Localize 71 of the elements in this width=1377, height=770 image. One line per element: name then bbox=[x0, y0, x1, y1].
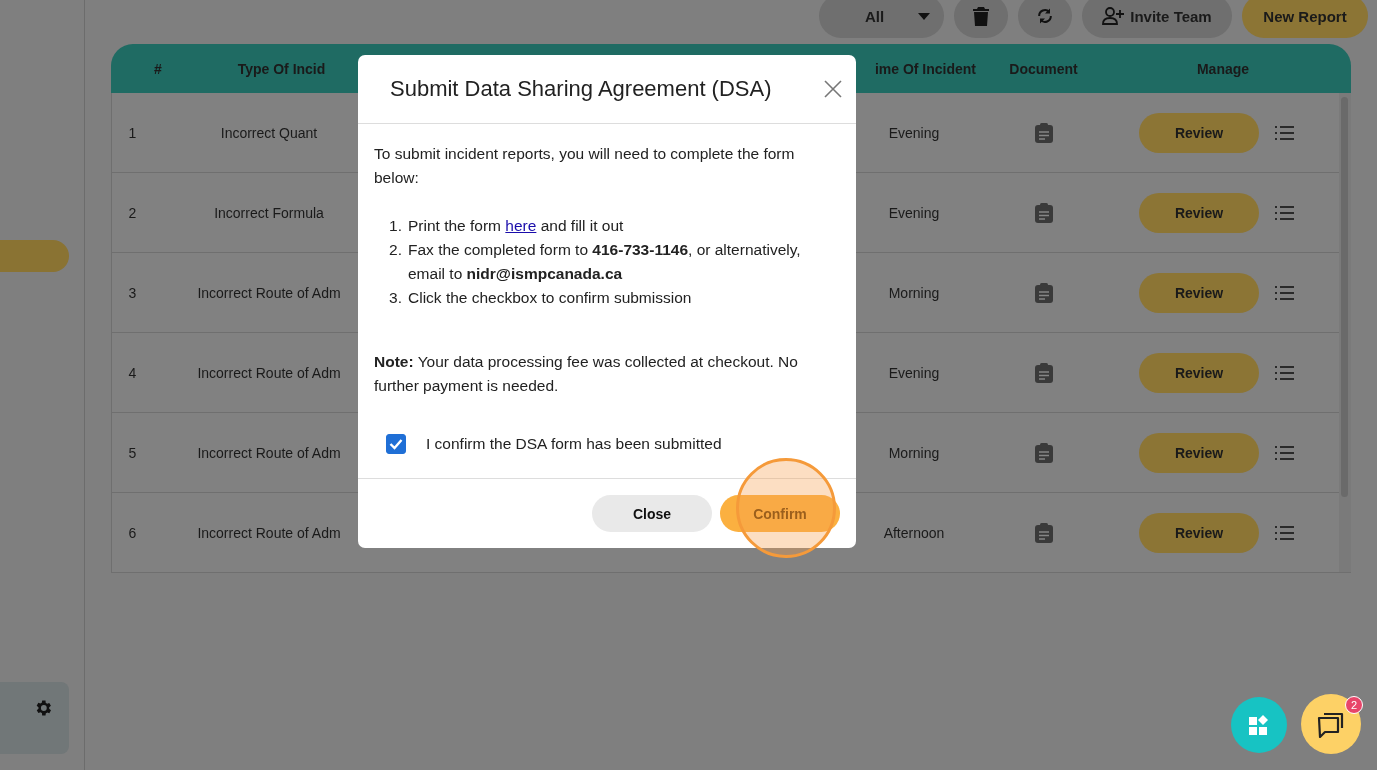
list-icon[interactable] bbox=[1275, 525, 1294, 540]
clipboard-icon[interactable] bbox=[1035, 362, 1053, 383]
table-cell-text: Incorrect Quant bbox=[219, 124, 319, 141]
review-button[interactable]: Review bbox=[1139, 112, 1259, 153]
column-header: Type Of Incid bbox=[236, 60, 327, 77]
list-icon[interactable] bbox=[1275, 125, 1294, 140]
table-cell-text: Evening bbox=[887, 124, 941, 141]
list-icon[interactable] bbox=[1275, 365, 1294, 380]
chat-button[interactable] bbox=[1301, 694, 1361, 754]
review-button[interactable]: Review bbox=[1139, 432, 1259, 473]
close-icon[interactable] bbox=[824, 80, 842, 98]
column-header: Manage bbox=[1195, 60, 1251, 77]
table-cell-text: 2 bbox=[127, 204, 138, 221]
step-text: Print the form here and fill it out bbox=[408, 216, 624, 236]
note-text: Note: Your data processing fee was collected at checkout. No further payment is needed. bbox=[374, 352, 799, 396]
table-cell-text: Incorrect Formula bbox=[213, 204, 325, 221]
clipboard-icon[interactable] bbox=[1035, 122, 1053, 143]
table-cell-text: 6 bbox=[127, 524, 138, 541]
column-header: Document bbox=[1008, 60, 1079, 77]
widgets-icon bbox=[1249, 715, 1269, 735]
table-cell-text: 1 bbox=[127, 124, 138, 141]
invite-team-button[interactable]: Invite Team bbox=[1082, 0, 1232, 38]
here-link[interactable]: here bbox=[505, 217, 537, 234]
table-cell-text: Morning bbox=[887, 444, 941, 461]
filter-dropdown[interactable]: All bbox=[819, 0, 944, 38]
scrollbar[interactable] bbox=[1339, 93, 1351, 572]
delete-button[interactable] bbox=[954, 0, 1008, 38]
dialog-title: Submit Data Sharing Agreement (DSA) bbox=[390, 76, 772, 102]
table-cell-text: Morning bbox=[887, 284, 941, 301]
table-cell-text: Incorrect Route of Adm bbox=[196, 284, 342, 301]
list-icon[interactable] bbox=[1275, 285, 1294, 300]
list-icon[interactable] bbox=[1275, 445, 1294, 460]
table-cell-text: Incorrect Route of Adm bbox=[196, 444, 342, 461]
clipboard-icon[interactable] bbox=[1035, 282, 1053, 303]
table-cell-text: Incorrect Route of Adm bbox=[196, 364, 342, 381]
checkbox[interactable] bbox=[386, 434, 406, 454]
chat-icon bbox=[1316, 710, 1346, 738]
add-user-icon bbox=[1102, 7, 1125, 25]
step-text: Click the checkbox to confirm submission bbox=[408, 288, 692, 308]
table-cell-text: Incorrect Route of Adm bbox=[196, 524, 342, 541]
apps-button[interactable] bbox=[1231, 697, 1287, 753]
trash-icon bbox=[973, 6, 989, 26]
checkbox-label: I confirm the DSA form has been submitted bbox=[426, 434, 722, 454]
review-button[interactable]: Review bbox=[1139, 192, 1259, 233]
column-header: ime Of Incident bbox=[873, 60, 976, 77]
refresh-icon bbox=[1035, 6, 1055, 26]
caret-icon bbox=[918, 12, 930, 20]
table-cell-text: 5 bbox=[127, 444, 138, 461]
table-cell-text: 3 bbox=[127, 284, 138, 301]
table-cell-text: Evening bbox=[887, 204, 941, 221]
table-cell-text: 4 bbox=[127, 364, 138, 381]
table-cell-text: Afternoon bbox=[882, 524, 946, 541]
intro-text: To submit incident reports, you will need to complete the form below: bbox=[374, 144, 796, 188]
review-button[interactable]: Review bbox=[1139, 272, 1259, 313]
close-button[interactable]: Close bbox=[592, 495, 712, 532]
refresh-button[interactable] bbox=[1018, 0, 1072, 38]
step-text: Fax the completed form to 416-733-1146, or alternatively, email to nidr@ismpcanada.ca bbox=[408, 240, 802, 284]
review-button[interactable]: Review bbox=[1139, 352, 1259, 393]
clipboard-icon[interactable] bbox=[1035, 442, 1053, 463]
step-number: 2. bbox=[388, 240, 402, 260]
clipboard-icon[interactable] bbox=[1035, 522, 1053, 543]
clipboard-icon[interactable] bbox=[1035, 202, 1053, 223]
review-button[interactable]: Review bbox=[1139, 512, 1259, 553]
confirm-button[interactable]: Confirm bbox=[720, 495, 840, 532]
notification-badge: 2 bbox=[1345, 696, 1363, 714]
table-cell-text: Evening bbox=[887, 364, 941, 381]
step-number: 3. bbox=[388, 288, 402, 308]
new-report-button[interactable]: New Report bbox=[1242, 0, 1368, 38]
step-number: 1. bbox=[388, 216, 402, 236]
list-icon[interactable] bbox=[1275, 205, 1294, 220]
column-header: # bbox=[153, 60, 163, 77]
